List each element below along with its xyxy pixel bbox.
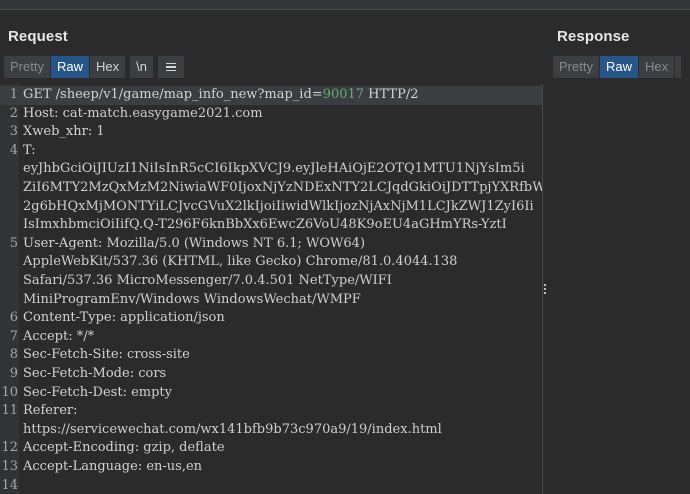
line-number: 4: [9, 142, 18, 158]
response-tab-raw[interactable]: Raw: [599, 56, 638, 78]
header-value: application/json: [120, 310, 225, 326]
header-separator: :: [134, 440, 144, 456]
request-tab-hex[interactable]: Hex: [89, 56, 126, 78]
header-value-continuation: AppleWebKit/537.36 (KHTML, like Gecko) C…: [23, 254, 458, 270]
response-tab-bar: Pretty Raw Hex: [553, 56, 682, 78]
editor-line: 14: [0, 477, 542, 494]
header-separator: :: [73, 403, 82, 419]
editor-line: 5 User-Agent: Mozilla/5.0 (Windows NT 6.1…: [0, 235, 542, 254]
editor-line: 10 Sec-Fetch-Dest: empty: [0, 384, 542, 403]
header-separator: :: [54, 105, 63, 121]
editor-line: 11 Referer:: [0, 402, 542, 421]
request-menu-button[interactable]: [157, 56, 184, 78]
editor-line: 6 Content-Type: application/json: [0, 309, 542, 328]
header-separator: :: [129, 366, 139, 381]
header-separator: :: [118, 347, 128, 363]
editor-wrapped-line: Safari/537.36 MicroMessenger/7.0.4.501 N…: [0, 272, 542, 291]
line-number: 8: [9, 347, 18, 363]
request-pane-title: Request: [8, 28, 68, 45]
response-raw-editor[interactable]: [547, 84, 690, 494]
editor-line: 8 Sec-Fetch-Site: cross-site: [0, 346, 542, 365]
header-name: User-Agent: [23, 235, 98, 251]
request-line-protocol: HTTP/2: [364, 87, 419, 102]
request-tab-raw[interactable]: Raw: [50, 56, 89, 78]
header-value-continuation: 2g6bHQxMjMONTYiLCJvcGVuX2lkIjoiIiwidWlkI…: [23, 198, 534, 214]
editor-wrapped-line: ZiI6MTY2MzQxMzM2NiwiaWF0IjoxNjYzNDExNTY2…: [0, 179, 542, 198]
editor-wrapped-line: eyJhbGciOiJIUzI1NiIsInR5cCI6IkpXVCJ9.eyJ…: [0, 160, 542, 179]
editor-line: 9 Sec-Fetch-Mode: cors: [0, 365, 542, 384]
header-value-continuation: https://servicewechat.com/wx141bfb9b73c9…: [23, 421, 442, 437]
editor-wrapped-line: https://servicewechat.com/wx141bfb9b73c9…: [0, 421, 542, 440]
line-number: 12: [1, 440, 18, 456]
header-name: Accept-Encoding: [23, 440, 135, 456]
header-value-continuation: ZiI6MTY2MzQxMzM2NiwiaWF0IjoxNjYzNDExNTY2…: [23, 180, 543, 195]
header-name: Sec-Fetch-Dest: [23, 384, 123, 400]
request-tab-pretty[interactable]: Pretty: [4, 56, 50, 78]
header-value-continuation: MiniProgramEnv/Windows WindowsWechat/WMP…: [23, 291, 361, 307]
header-separator: :: [68, 328, 77, 344]
line-number: 13: [1, 459, 18, 474]
line-number: 7: [9, 328, 18, 344]
editor-line: 7 Accept: */*: [0, 328, 542, 347]
line-number: 14: [1, 477, 18, 493]
editor-wrapped-line: AppleWebKit/537.36 (KHTML, like Gecko) C…: [0, 253, 542, 272]
editor-line: 4 T:: [0, 142, 542, 161]
line-number: 3: [9, 124, 18, 140]
query-param-value: 90017: [322, 87, 365, 102]
header-name: T: [23, 142, 32, 158]
header-value: empty: [131, 384, 172, 400]
header-value: 1: [96, 124, 105, 140]
header-separator: :: [122, 384, 132, 400]
header-name: Accept: [23, 328, 69, 344]
editor-line: 1 GET /sheep/v1/game/map_info_new?map_id=…: [0, 86, 542, 105]
request-tab-bar: Pretty Raw Hex \n: [4, 56, 185, 78]
header-name: Sec-Fetch-Site: [23, 347, 119, 363]
header-value-continuation: eyJhbGciOiJIUzI1NiIsInR5cCI6IkpXVCJ9.eyJ…: [23, 161, 525, 177]
header-name: Host: [23, 105, 55, 121]
response-tab-hex[interactable]: Hex: [638, 56, 675, 78]
window-top-strip: [0, 0, 690, 10]
response-tab-overflow[interactable]: [675, 56, 682, 78]
editor-wrapped-line: MiniProgramEnv/Windows WindowsWechat/WMP…: [0, 291, 542, 310]
header-value: cross-site: [127, 347, 190, 363]
editor-wrapped-line: 2g6bHQxMjMONTYiLCJvcGVuX2lkIjoiIiwidWlkI…: [0, 198, 542, 217]
header-value: cat-match.easygame2021.com: [62, 105, 263, 121]
request-raw-editor[interactable]: 1 GET /sheep/v1/game/map_info_new?map_id=…: [0, 84, 543, 494]
line-number: 9: [9, 366, 18, 381]
editor-wrapped-line: IsImxhbmciOiIifQ.Q-T296F6knBbXx6EwcZ6VoU…: [0, 216, 542, 235]
response-tab-pretty[interactable]: Pretty: [553, 56, 599, 78]
header-name: Referer: [23, 403, 74, 419]
request-line-path: GET /sheep/v1/game/map_info_new?map_id=: [23, 87, 323, 102]
editor-line: 3 Xweb_xhr: 1: [0, 123, 542, 142]
line-number: 11: [1, 403, 18, 419]
newline-toggle-button[interactable]: \n: [130, 56, 153, 78]
header-value: cors: [138, 366, 167, 381]
header-value: Mozilla/5.0 (Windows NT 6.1; WOW64): [106, 235, 366, 251]
line-number: 6: [9, 310, 18, 326]
hamburger-icon: [165, 56, 176, 78]
line-number: 2: [9, 105, 18, 121]
header-name: Accept-Language: [23, 459, 138, 474]
header-value-continuation: Safari/537.36 MicroMessenger/7.0.4.501 N…: [23, 273, 392, 288]
line-number: 1: [9, 87, 18, 102]
line-number: 10: [1, 384, 18, 400]
header-value-continuation: IsImxhbmciOiIifQ.Q-T296F6knBbXx6EwcZ6VoU…: [23, 217, 507, 233]
editor-line: 13 Accept-Language: en-us,en: [0, 458, 542, 477]
editor-line: 2 Host: cat-match.easygame2021.com: [0, 105, 542, 124]
line-number: 5: [9, 235, 18, 251]
header-name: Xweb_xhr: [23, 124, 88, 140]
header-value: gzip, deflate: [143, 440, 225, 456]
header-separator: :: [111, 310, 121, 326]
header-value: en-us,en: [146, 459, 203, 474]
header-name: Sec-Fetch-Mode: [23, 366, 130, 381]
header-value: */*: [76, 328, 95, 344]
header-name: Content-Type: [23, 310, 112, 326]
header-separator: :: [31, 142, 40, 158]
editor-line: 12 Accept-Encoding: gzip, deflate: [0, 439, 542, 458]
response-pane-title: Response: [557, 28, 630, 45]
